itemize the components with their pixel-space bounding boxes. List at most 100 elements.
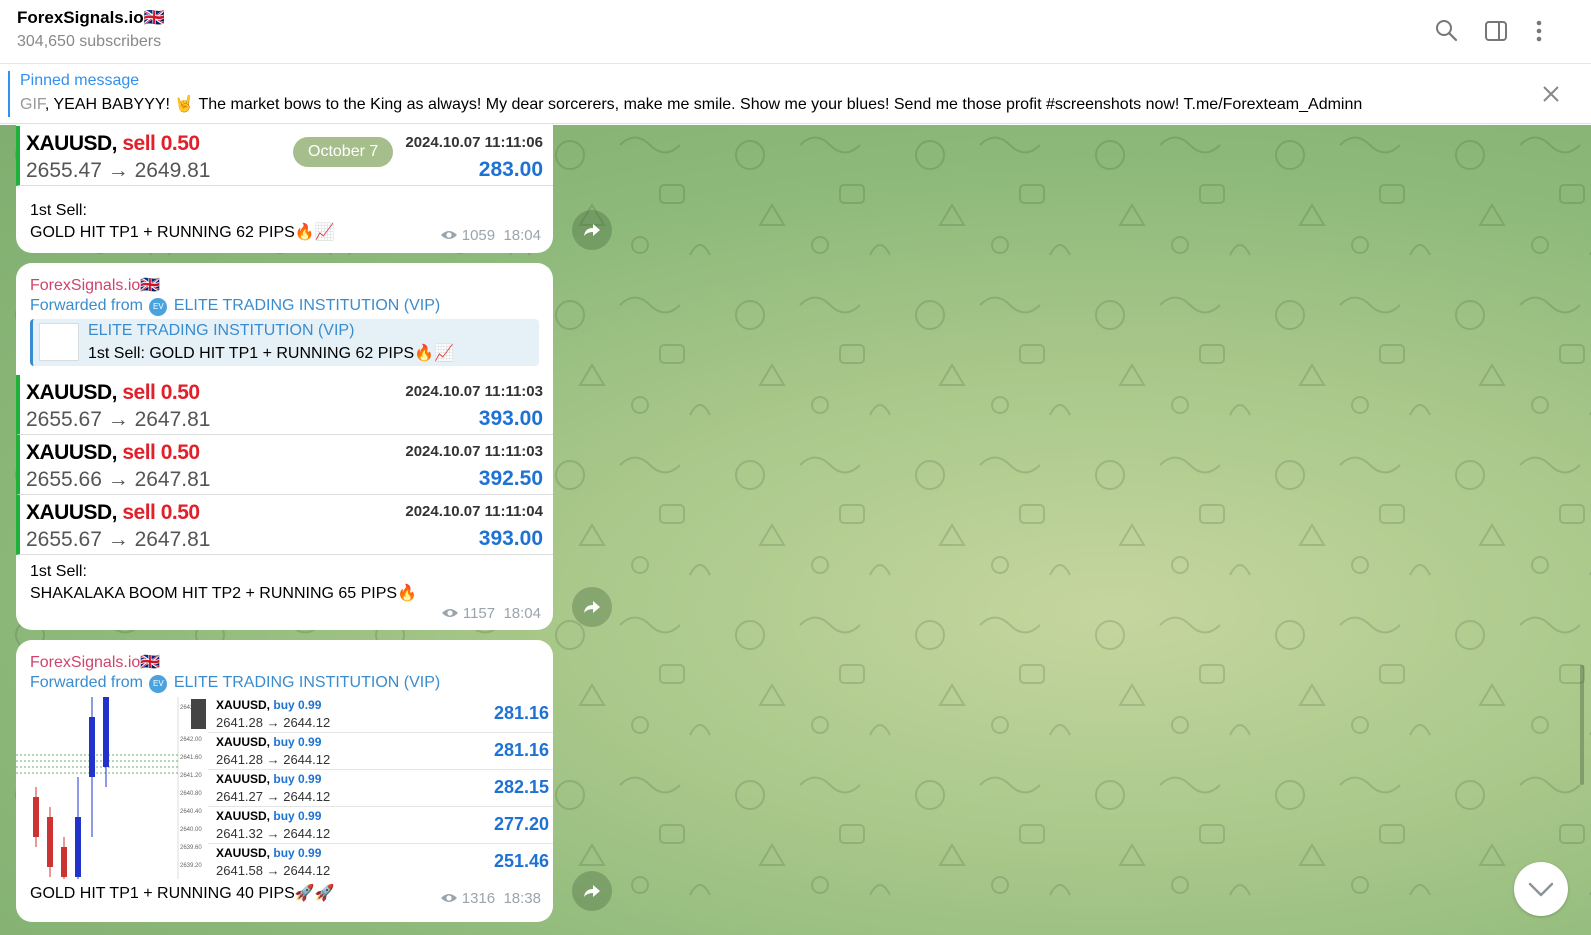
trade-profit: 393.00 <box>478 407 543 430</box>
channel-avatar-icon: EV <box>149 298 168 316</box>
forward-icon <box>584 885 600 897</box>
views-icon <box>441 609 458 617</box>
subscriber-count: 304,650 subscribers <box>17 33 162 50</box>
trade-prices: 2655.67 → 2647.81 <box>26 408 211 431</box>
reply-quote[interactable]: ELITE TRADING INSTITUTION (VIP) 1st Sell… <box>30 319 539 366</box>
trade-profit: 283.00 <box>478 158 543 181</box>
message-meta: 1059 18:04 <box>440 227 541 244</box>
trade-timestamp: 2024.10.07 11:11:03 <box>405 383 543 400</box>
views-icon <box>440 894 457 902</box>
message-bubble[interactable]: ForexSignals.io🇬🇧 Forwarded from EV ELIT… <box>16 640 553 922</box>
mini-trade-row: XAUUSD, buy 0.99 2641.28 → 2644.12 281.1… <box>208 734 553 770</box>
mini-trade-symbol: XAUUSD, buy 0.99 <box>216 809 322 823</box>
svg-text:2639.20: 2639.20 <box>180 863 202 869</box>
trade-timestamp: 2024.10.07 11:11:03 <box>405 443 543 460</box>
pinned-message-bar[interactable]: Pinned message GIF, YEAH BABYYY! 🤘 The m… <box>0 64 1591 124</box>
trade-timestamp: 2024.10.07 11:11:06 <box>405 134 543 151</box>
view-count: 1316 <box>461 890 496 907</box>
message-bubble[interactable]: XAUUSD, sell 0.50 2655.47 → 2649.81 2024… <box>16 125 553 253</box>
trade-prices: 2655.47 → 2649.81 <box>26 159 211 182</box>
chevron-down-icon <box>1528 882 1554 897</box>
svg-text:2641.20: 2641.20 <box>180 773 202 779</box>
message-time: 18:38 <box>503 890 541 907</box>
svg-text:2641.60: 2641.60 <box>180 755 202 761</box>
svg-text:2639.60: 2639.60 <box>180 845 202 851</box>
mini-trade-symbol: XAUUSD, buy 0.99 <box>216 846 322 860</box>
message-text: 1st Sell: SHAKALAKA BOOM HIT TP2 + RUNNIN… <box>30 563 418 602</box>
scrollbar[interactable] <box>1580 665 1584 785</box>
trade-row: XAUUSD, sell 0.50 2655.47 → 2649.81 2024… <box>16 126 553 186</box>
mini-trade-profit: 281.16 <box>493 740 549 760</box>
mini-trade-profit: 282.15 <box>493 777 549 797</box>
channel-avatar-icon: EV <box>149 675 168 693</box>
mini-trade-prices: 2641.28 → 2644.12 <box>216 752 331 767</box>
message-bubble[interactable]: ForexSignals.io🇬🇧 Forwarded from EV ELIT… <box>16 263 553 630</box>
more-vert-icon[interactable] <box>1526 18 1552 44</box>
mini-trade-prices: 2641.27 → 2644.12 <box>216 789 331 804</box>
trade-row: XAUUSD, sell 0.50 2655.67 → 2647.81 2024… <box>16 495 553 555</box>
mini-trade-row: XAUUSD, buy 0.99 2641.58 → 2644.12 251.4… <box>208 845 553 881</box>
message-sender[interactable]: ForexSignals.io🇬🇧 <box>30 275 160 295</box>
mini-trade-profit: 281.16 <box>493 703 549 723</box>
share-button[interactable] <box>572 587 612 627</box>
quote-thumbnail <box>39 323 79 361</box>
share-button[interactable] <box>572 871 612 911</box>
message-meta: 1316 18:38 <box>440 890 541 907</box>
mini-trade-symbol: XAUUSD, buy 0.99 <box>216 735 322 749</box>
svg-text:2640.00: 2640.00 <box>180 827 202 833</box>
mini-trade-row: XAUUSD, buy 0.99 2641.27 → 2644.12 282.1… <box>208 771 553 807</box>
trade-symbol: XAUUSD, sell 0.50 <box>26 132 200 155</box>
svg-text:2640.80: 2640.80 <box>180 791 202 797</box>
trade-symbol: XAUUSD, sell 0.50 <box>26 441 200 464</box>
quote-text: 1st Sell: GOLD HIT TP1 + RUNNING 62 PIPS… <box>88 345 455 362</box>
forward-icon <box>584 224 600 236</box>
view-count: 1157 <box>462 605 496 622</box>
mini-trade-symbol: XAUUSD, buy 0.99 <box>216 698 322 712</box>
trade-symbol: XAUUSD, sell 0.50 <box>26 381 200 404</box>
mini-trade-prices: 2641.58 → 2644.12 <box>216 863 331 878</box>
pinned-text: GIF, YEAH BABYYY! 🤘 The market bows to t… <box>20 94 1362 114</box>
message-meta: 1157 18:04 <box>441 605 541 622</box>
trade-profit: 393.00 <box>478 527 543 550</box>
svg-text:2642.00: 2642.00 <box>180 737 202 743</box>
message-text: GOLD HIT TP1 + RUNNING 40 PIPS🚀🚀 <box>30 885 335 902</box>
trade-profit: 392.50 <box>478 467 543 490</box>
chat-header: ForexSignals.io🇬🇧 304,650 subscribers <box>0 0 1591 64</box>
trade-prices: 2655.66 → 2647.81 <box>26 468 211 491</box>
screenshot-photo[interactable]: 2642.80 2642.00 2641.60 2641.20 2640.80 2640… <box>16 697 553 879</box>
svg-text:2640.40: 2640.40 <box>180 809 202 815</box>
trade-symbol: XAUUSD, sell 0.50 <box>26 501 200 524</box>
pinned-label: Pinned message <box>20 72 140 89</box>
scroll-down-button[interactable] <box>1514 862 1568 916</box>
quote-title: ELITE TRADING INSTITUTION (VIP) <box>88 322 355 339</box>
forwarded-from[interactable]: Forwarded from EV ELITE TRADING INSTITUT… <box>30 674 440 693</box>
mini-trade-profit: 277.20 <box>493 814 549 834</box>
mini-trade-profit: 251.46 <box>493 851 549 871</box>
message-sender[interactable]: ForexSignals.io🇬🇧 <box>30 652 160 672</box>
sidebar-toggle-icon[interactable] <box>1483 18 1509 44</box>
channel-title[interactable]: ForexSignals.io🇬🇧 <box>17 8 165 28</box>
message-time: 18:04 <box>503 605 541 622</box>
mini-trade-prices: 2641.32 → 2644.12 <box>216 826 331 841</box>
forward-icon <box>584 601 600 613</box>
close-icon[interactable] <box>1541 84 1561 104</box>
message-text: 1st Sell: GOLD HIT TP1 + RUNNING 62 PIPS🔥… <box>30 202 335 241</box>
view-count: 1059 <box>461 227 496 244</box>
message-time: 18:04 <box>503 227 541 244</box>
pinned-indicator <box>8 71 10 117</box>
mini-trade-row: XAUUSD, buy 0.99 2641.28 → 2644.12 281.1… <box>208 697 553 733</box>
candlestick-chart-thumbnail: 2642.80 2642.00 2641.60 2641.20 2640.80 2640… <box>16 697 206 879</box>
mini-trade-symbol: XAUUSD, buy 0.99 <box>216 772 322 786</box>
trade-timestamp: 2024.10.07 11:11:04 <box>405 503 543 520</box>
pinned-body: , YEAH BABYYY! 🤘 The market bows to the … <box>44 96 1363 113</box>
gif-label: GIF <box>20 96 45 113</box>
trade-row: XAUUSD, sell 0.50 2655.66 → 2647.81 2024… <box>16 435 553 495</box>
trade-prices: 2655.67 → 2647.81 <box>26 528 211 551</box>
search-icon[interactable] <box>1434 18 1460 44</box>
date-pill: October 7 <box>293 137 394 167</box>
share-button[interactable] <box>572 210 612 250</box>
mini-trade-row: XAUUSD, buy 0.99 2641.32 → 2644.12 277.2… <box>208 808 553 844</box>
views-icon <box>440 231 457 239</box>
trade-row: XAUUSD, sell 0.50 2655.67 → 2647.81 2024… <box>16 375 553 435</box>
forwarded-from[interactable]: Forwarded from EV ELITE TRADING INSTITUT… <box>30 297 440 316</box>
